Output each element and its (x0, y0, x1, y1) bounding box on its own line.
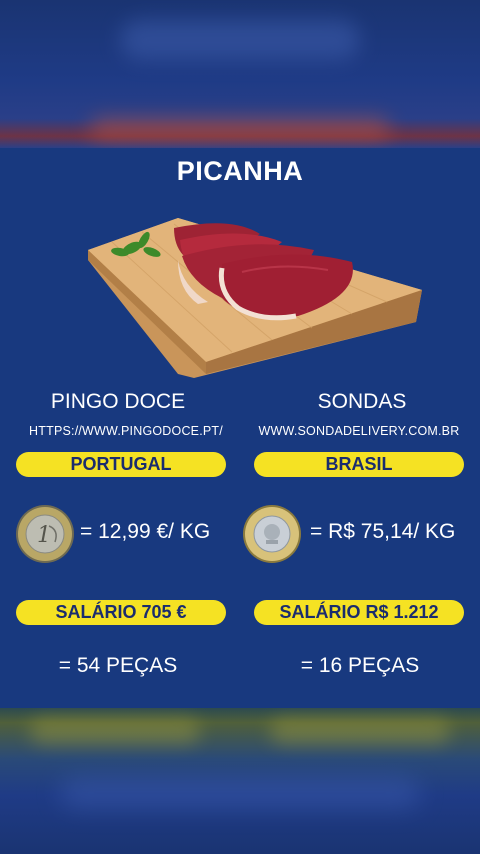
blurred-top-band (0, 0, 480, 148)
blurred-bottom-band (0, 708, 480, 854)
euro-coin-icon: 1 (16, 505, 74, 563)
store-name-left: PINGO DOCE (50, 390, 186, 413)
salary-badge-left: SALÁRIO 705 € (16, 600, 226, 625)
store-url-left: HTTPS://WWW.PINGODOCE.PT/ (29, 424, 223, 438)
real-coin-icon (243, 505, 301, 563)
meat-on-board-image (88, 218, 422, 378)
salary-badge-right: SALÁRIO R$ 1.212 (254, 600, 464, 625)
page-title: PICANHA (176, 156, 304, 186)
price-left: = 12,99 €/ KG (80, 520, 211, 543)
country-badge-left: PORTUGAL (16, 452, 226, 477)
pieces-count-right: = 16 PEÇAS (300, 654, 420, 677)
store-name-right: SONDAS (317, 390, 407, 413)
store-url-right: WWW.SONDADELIVERY.COM.BR (258, 424, 460, 438)
country-badge-right: BRASIL (254, 452, 464, 477)
price-right: = R$ 75,14/ KG (310, 520, 456, 543)
pieces-count-left: = 54 PEÇAS (58, 654, 178, 677)
